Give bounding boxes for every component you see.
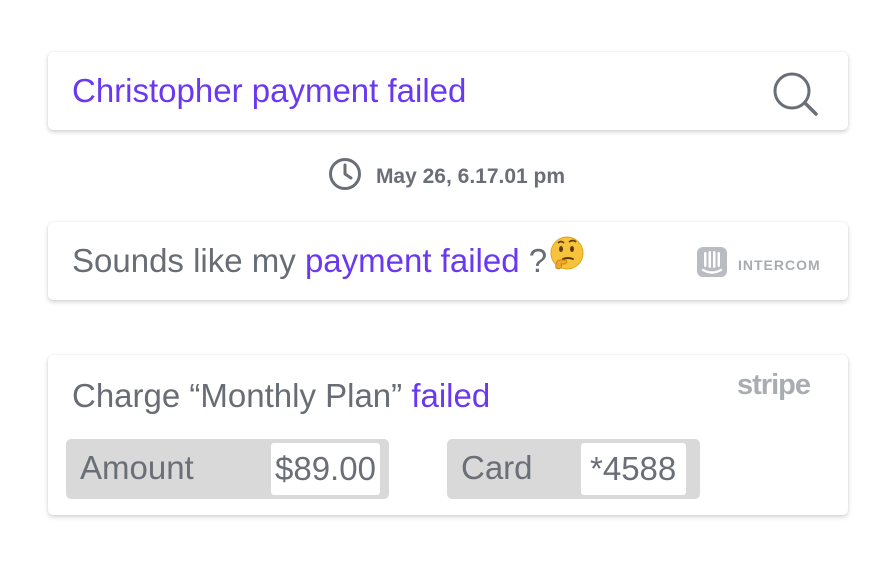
card-label: Card — [461, 449, 533, 486]
timestamp-text: May 26, 6.17.01 pm — [375, 164, 566, 188]
charge-title: Charge “Monthly Plan” failed — [72, 374, 490, 418]
clock-icon — [328, 157, 362, 196]
message-suffix: ? — [519, 242, 548, 279]
charge-status: failed — [411, 377, 491, 414]
message-text: Sounds like my payment failed ? — [72, 222, 585, 300]
search-query[interactable]: Christopher payment failed — [72, 52, 466, 130]
search-icon[interactable] — [770, 70, 822, 123]
timestamp-row: May 26, 6.17.01 pm — [0, 157, 893, 196]
stripe-logo: stripe — [737, 369, 811, 401]
intercom-label: INTERCOM — [738, 256, 821, 273]
message-highlight: payment failed — [304, 242, 520, 279]
message-prefix: Sounds like my — [72, 242, 305, 279]
amount-field: Amount $89.00 — [66, 439, 389, 499]
thinking-face-icon — [549, 221, 585, 299]
card-value: *4588 — [581, 443, 687, 495]
amount-label: Amount — [80, 449, 194, 486]
amount-value: $89.00 — [271, 443, 380, 495]
message-card[interactable]: Sounds like my payment failed ? INTERCOM — [48, 222, 848, 300]
search-bar[interactable]: Christopher payment failed — [48, 52, 848, 130]
charge-card[interactable]: Charge “Monthly Plan” failed stripe Amou… — [48, 355, 848, 515]
intercom-icon — [696, 246, 728, 283]
intercom-logo: INTERCOM — [696, 246, 821, 283]
card-field: Card *4588 — [447, 439, 700, 499]
charge-title-prefix: Charge “Monthly Plan” — [72, 377, 412, 414]
